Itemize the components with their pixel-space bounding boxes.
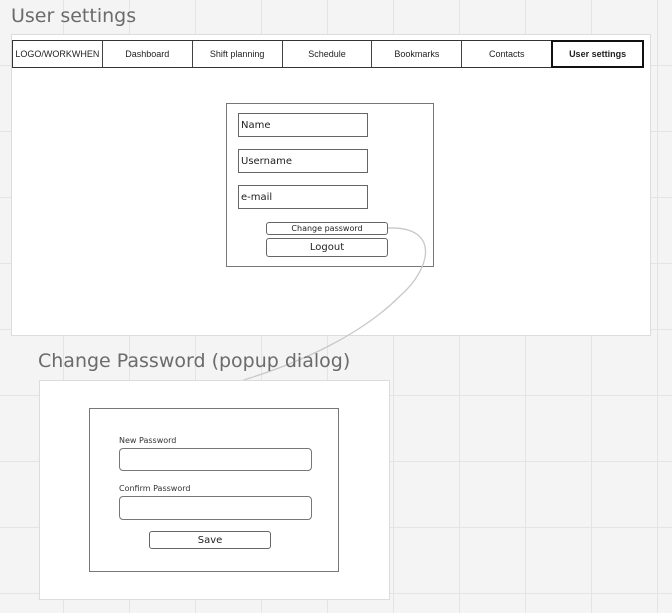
new-password-label: New Password <box>119 436 177 445</box>
popup-heading: Change Password (popup dialog) <box>38 350 351 372</box>
new-password-input[interactable] <box>119 448 312 471</box>
confirm-password-input[interactable] <box>119 496 312 520</box>
save-button[interactable]: Save <box>149 531 271 549</box>
confirm-password-label: Confirm Password <box>119 484 191 493</box>
